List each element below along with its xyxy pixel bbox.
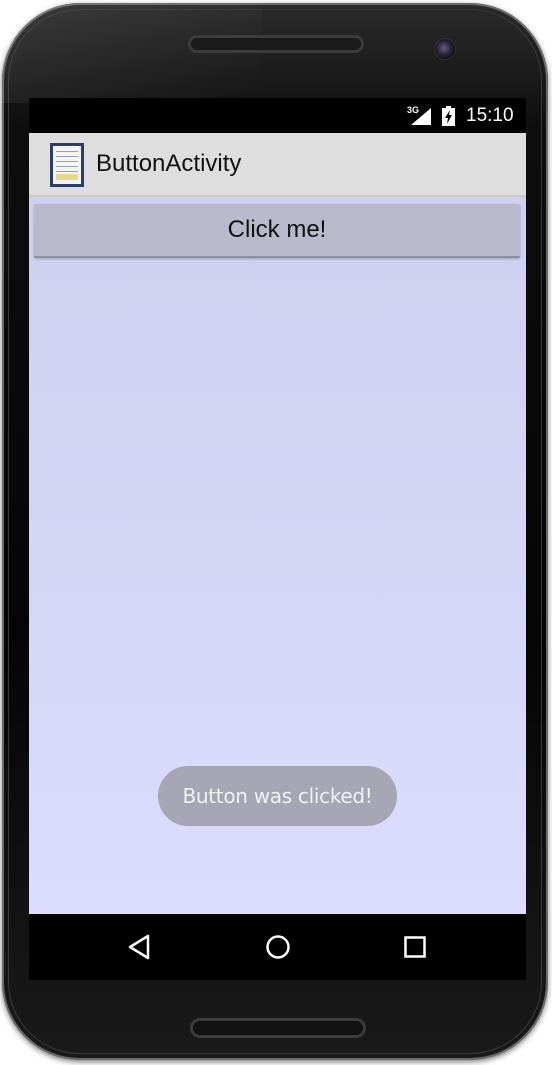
front-camera-icon	[434, 38, 456, 60]
app-icon-line	[56, 171, 78, 172]
home-icon[interactable]	[265, 934, 291, 960]
app-icon[interactable]	[50, 143, 84, 187]
phone-gloss	[2, 3, 262, 103]
app-icon-line	[56, 166, 78, 167]
recents-icon[interactable]	[404, 936, 426, 958]
earpiece-speaker	[188, 35, 364, 53]
app-icon-image	[53, 146, 81, 184]
navigation-bar	[29, 914, 526, 980]
back-icon[interactable]	[127, 934, 151, 960]
screen: 3G 15:10 ButtonActivity Click me! Button…	[29, 98, 526, 980]
app-icon-line	[56, 156, 78, 157]
app-icon-line	[56, 151, 78, 152]
phone-frame: 3G 15:10 ButtonActivity Click me! Button…	[2, 3, 548, 1060]
bottom-speaker	[190, 1018, 366, 1038]
action-bar: ButtonActivity	[29, 133, 526, 197]
signal-icon	[411, 108, 431, 125]
main-content: Click me! Button was clicked!	[29, 197, 526, 914]
battery-charging-icon	[442, 106, 455, 126]
app-title: ButtonActivity	[96, 150, 242, 177]
app-icon-highlight	[56, 174, 78, 180]
status-bar: 3G 15:10	[29, 98, 526, 133]
status-time: 15:10	[466, 105, 514, 126]
app-icon-line	[56, 161, 78, 162]
click-me-button[interactable]: Click me!	[34, 204, 520, 258]
toast-message: Button was clicked!	[158, 766, 397, 826]
